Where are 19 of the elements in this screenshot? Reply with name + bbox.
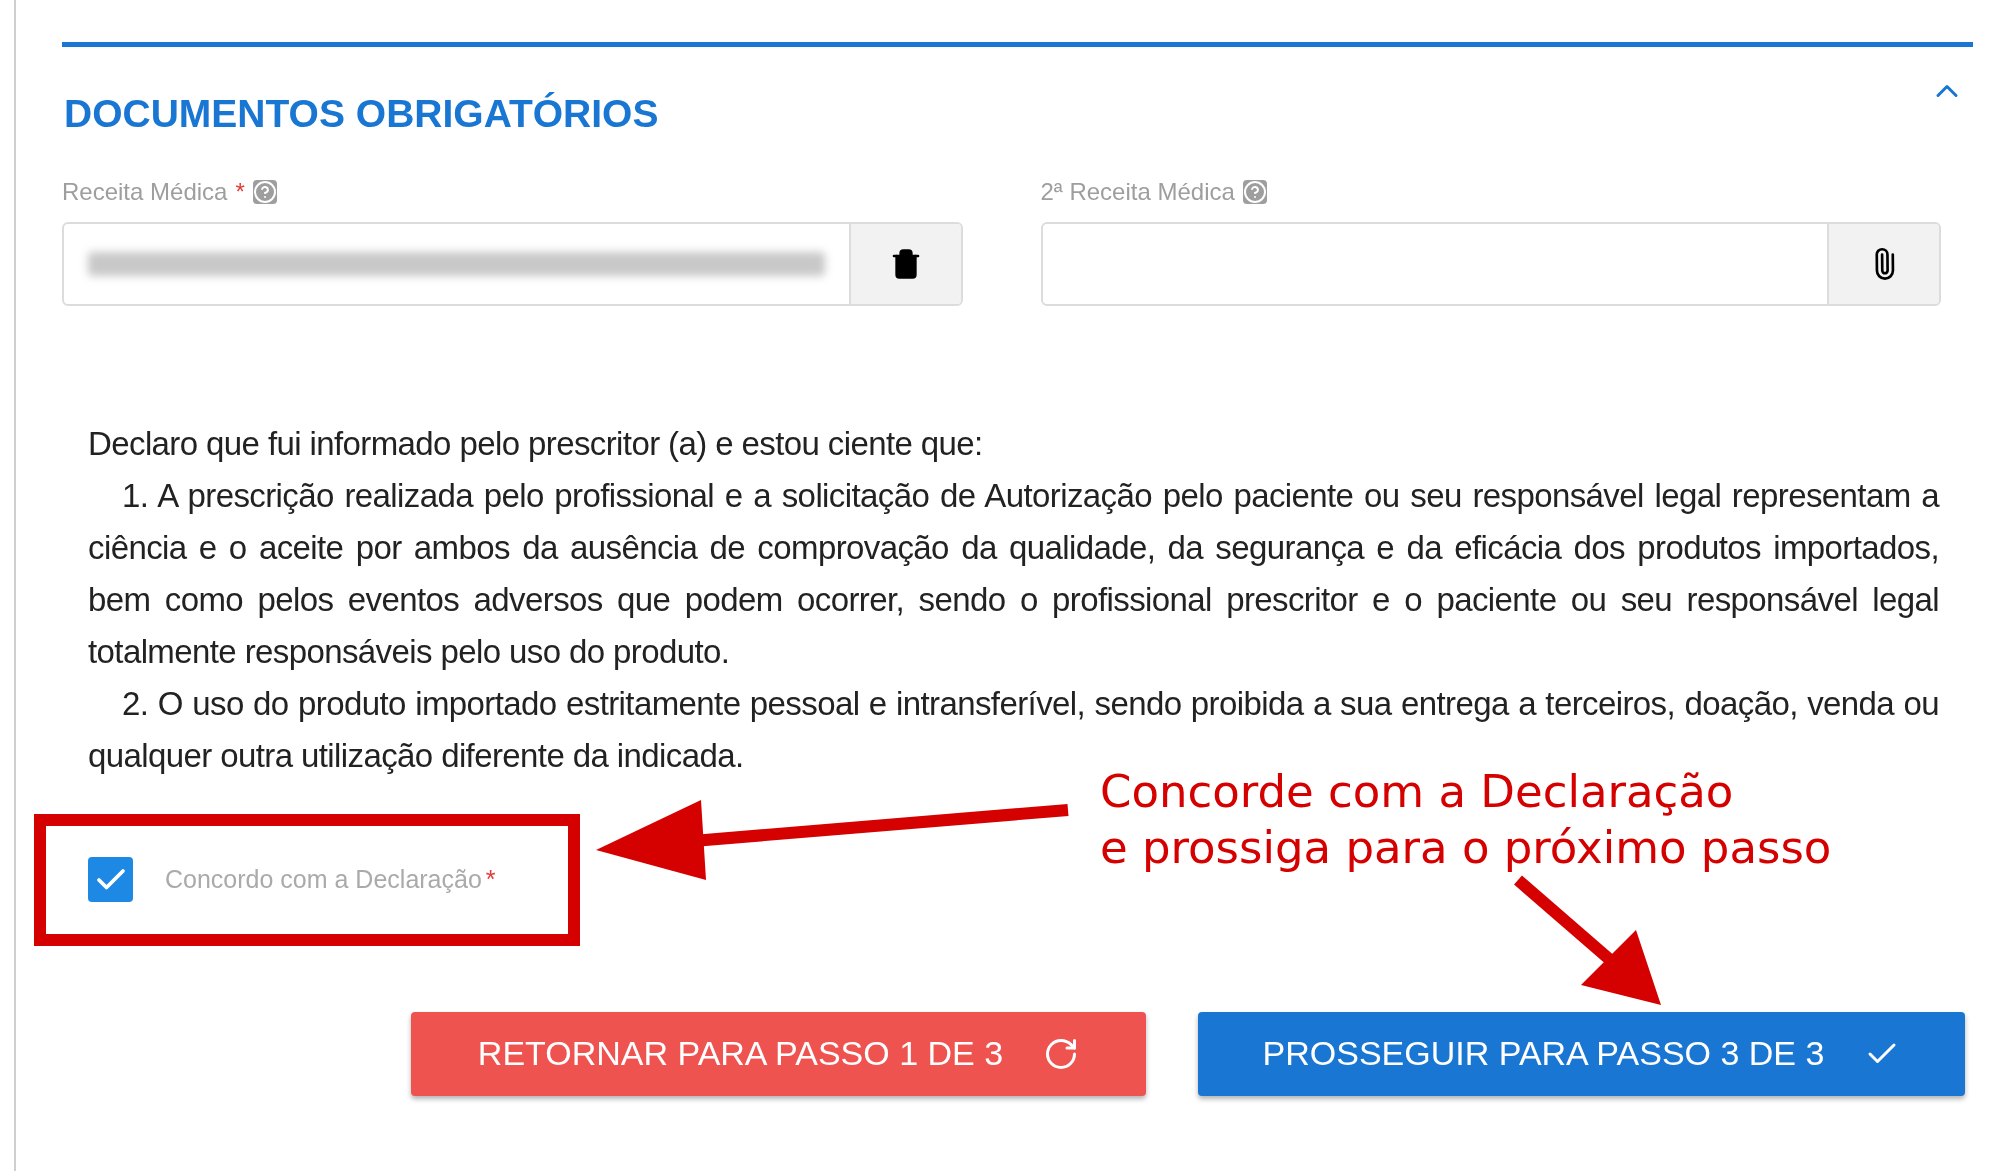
- file-field[interactable]: [1040, 221, 1941, 306]
- checkbox[interactable]: [88, 857, 133, 902]
- required-mark: *: [235, 176, 245, 207]
- annotation-text: Concorde com a Declaração: [1100, 763, 1735, 820]
- delete-button[interactable]: [848, 223, 961, 304]
- attach-button[interactable]: [1827, 223, 1939, 304]
- declaration-item: 1. A prescrição realizada pelo profissional e a solicitação de Autorização pelo paciente ou seu responsável legal representam a ciência e o aceite por ambos da ausência de comprovação da qualidade, da segurança e da eficácia dos produtos importados, bem como pelos eventos adversos que podem ocorrer, sendo o profissional prescritor e o paciente ou seu responsável legal totalmente responsáveis pelo uso do produto.: [88, 475, 1939, 672]
- required-mark: *: [485, 863, 496, 895]
- checkbox-label[interactable]: Concordo com a Declaração: [165, 860, 482, 899]
- field-label: Receita Médica: [62, 176, 228, 207]
- next-button[interactable]: PROSSEGUIR PARA PASSO 3 DE 3: [1198, 1011, 1965, 1096]
- help-icon[interactable]: [252, 179, 277, 204]
- help-icon[interactable]: [1242, 179, 1267, 204]
- declaration-intro: Declaro que fui informado pelo prescritor (a) e estou ciente que:: [88, 423, 984, 464]
- field-label: 2ª Receita Médica: [1040, 176, 1235, 207]
- back-button[interactable]: RETORNAR PARA PASSO 1 DE 3: [411, 1011, 1146, 1096]
- annotation-text: e prossiga para o próximo passo: [1100, 819, 1832, 876]
- section-title: DOCUMENTOS OBRIGATÓRIOS: [64, 91, 659, 137]
- file-field[interactable]: [62, 221, 963, 306]
